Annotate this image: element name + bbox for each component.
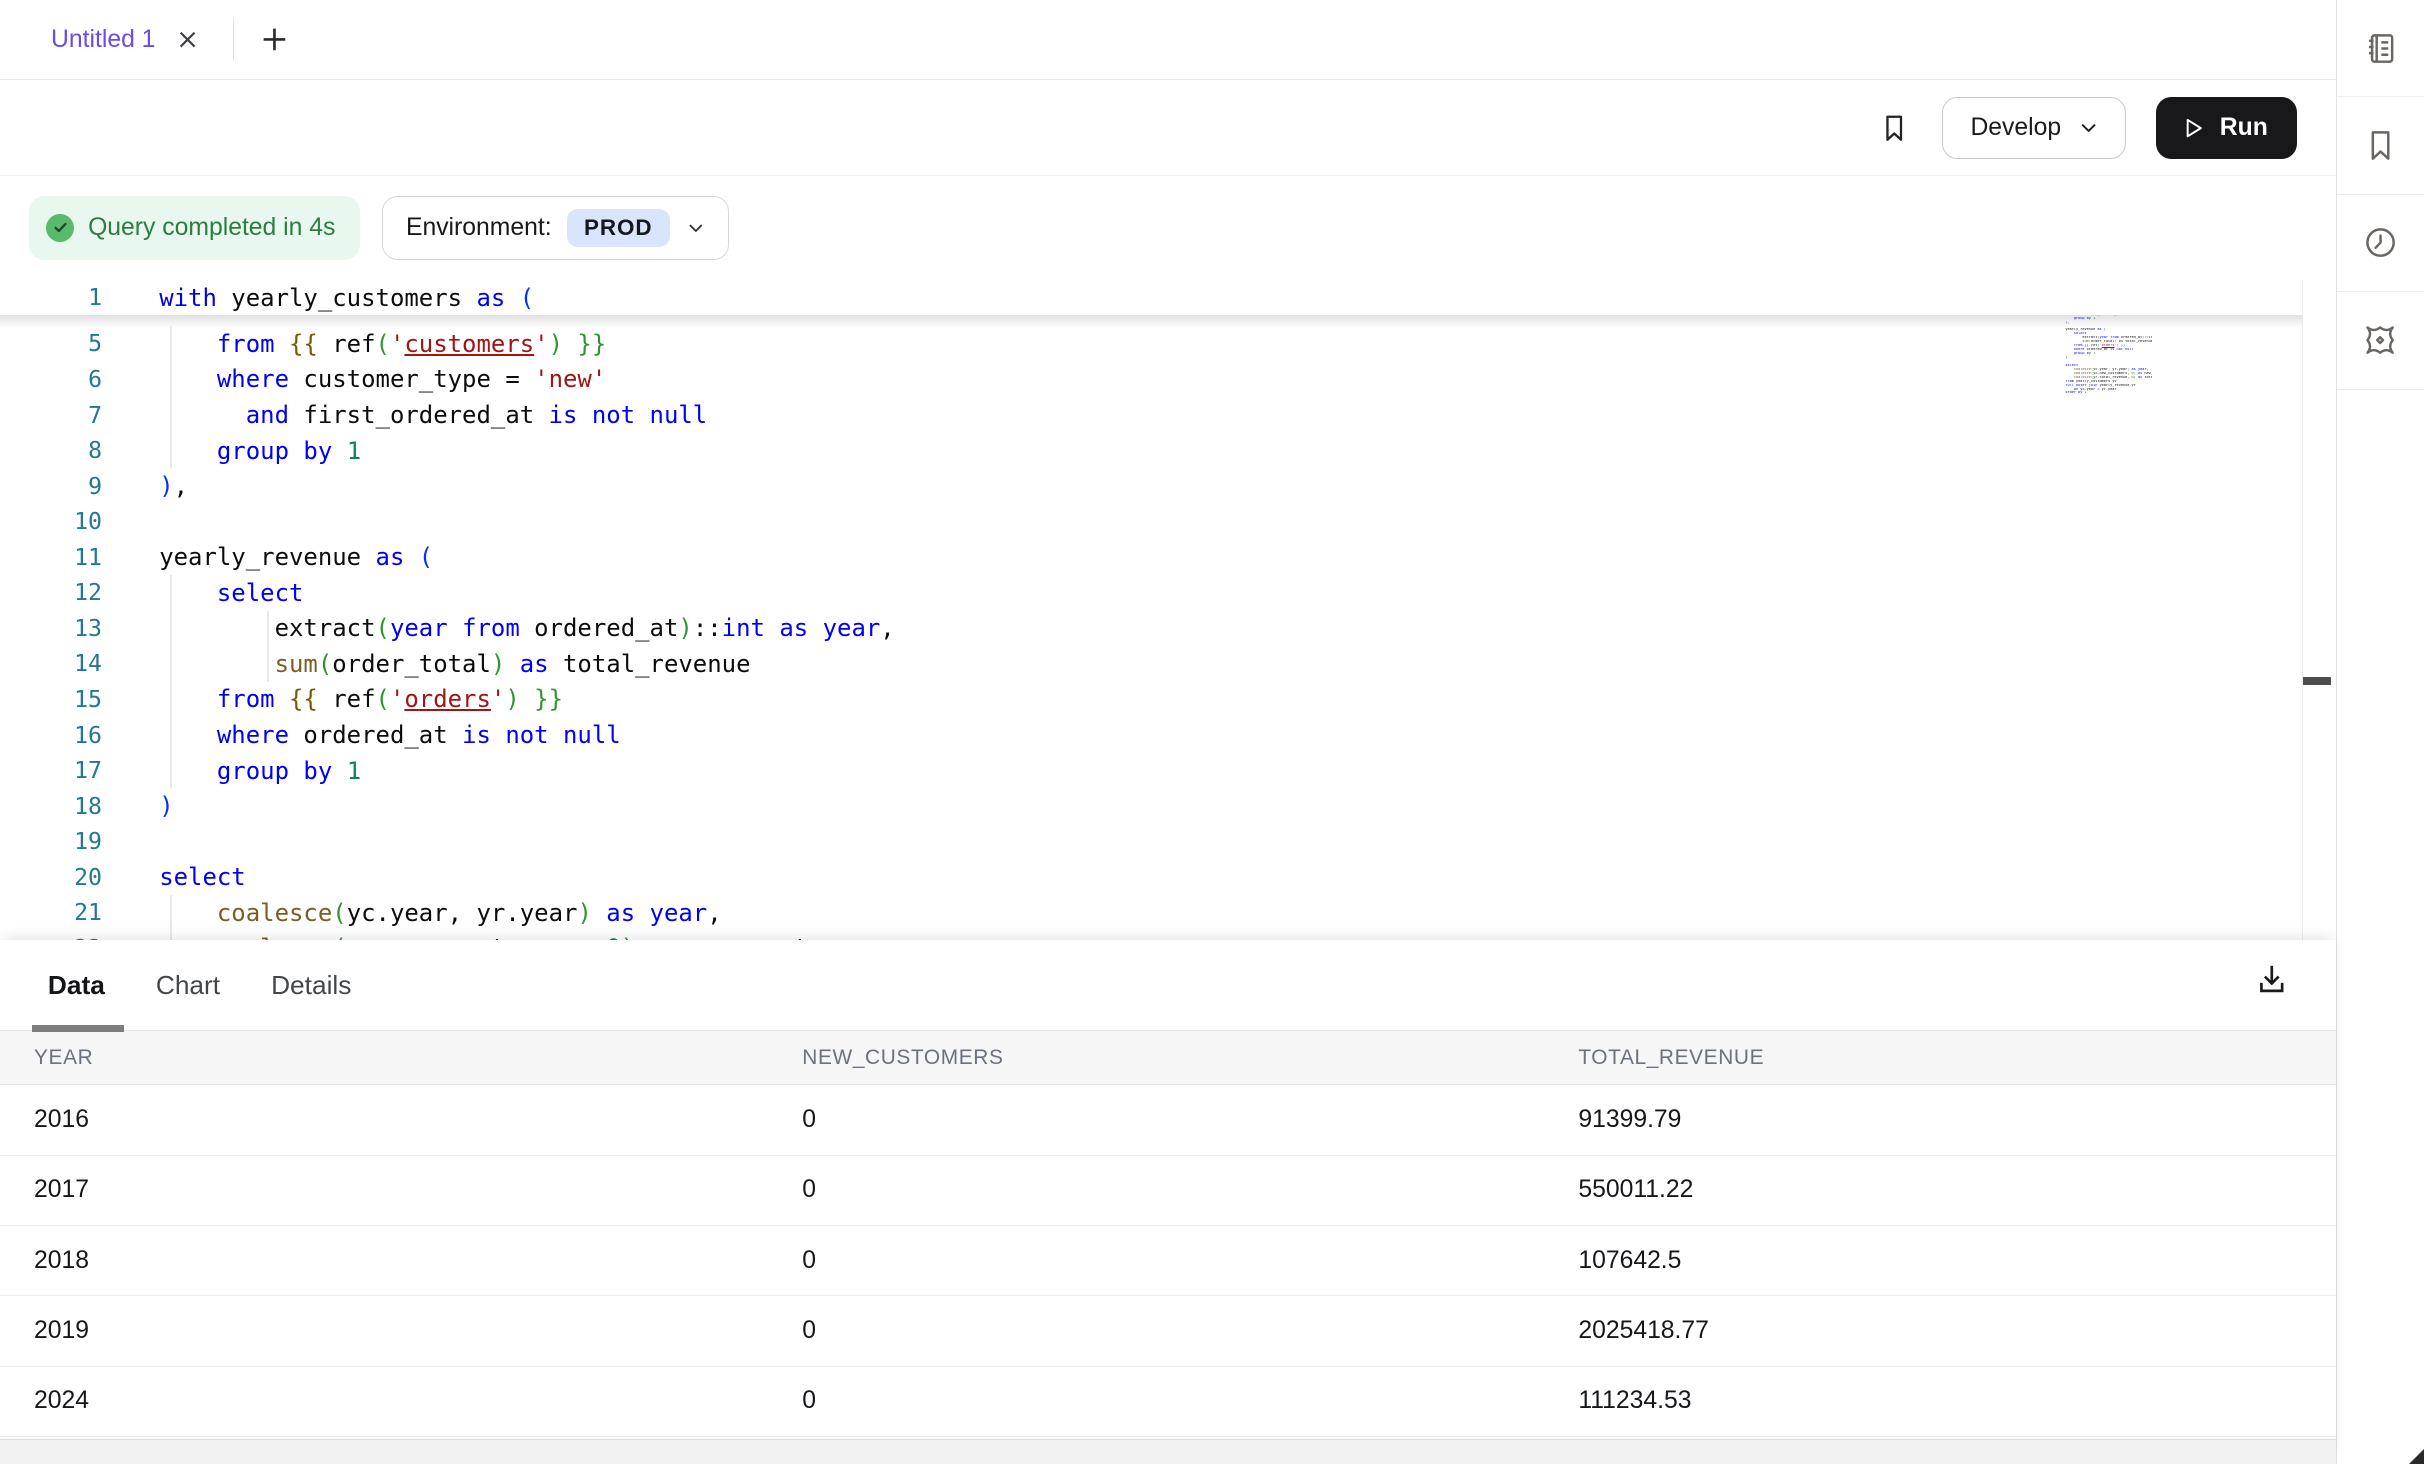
notebook-icon bbox=[2362, 30, 2399, 67]
bookmark-icon[interactable] bbox=[1878, 112, 1910, 144]
code-line-9: 9), bbox=[0, 468, 2336, 504]
code-line-6: 6 where customer_type = 'new' bbox=[0, 362, 2336, 398]
table-cell: 107642.5 bbox=[1578, 1247, 2336, 1275]
tab-divider bbox=[233, 18, 235, 61]
tab-chart[interactable]: Chart bbox=[156, 970, 220, 1001]
environment-selector[interactable]: Environment: PROD bbox=[382, 196, 729, 261]
table-cell: 2025418.77 bbox=[1578, 1317, 2336, 1345]
query-status-pill: Query completed in 4s bbox=[29, 196, 360, 261]
table-cell: 2016 bbox=[34, 1106, 802, 1134]
table-row: 20240111234.53 bbox=[0, 1367, 2336, 1437]
main-column: Untitled 1 Develop Run bbox=[0, 0, 2336, 1464]
run-label: Run bbox=[2220, 114, 2268, 142]
tab-title: Untitled 1 bbox=[51, 26, 155, 54]
table-cell: 0 bbox=[802, 1387, 1578, 1415]
table-row: 20170550011.22 bbox=[0, 1156, 2336, 1226]
scrollbar-track bbox=[2302, 280, 2304, 940]
line-number: 1 bbox=[0, 284, 102, 311]
history-icon bbox=[2362, 224, 2399, 261]
sidebar-item-notebook[interactable] bbox=[2337, 0, 2424, 97]
sticky-shadow bbox=[0, 315, 2302, 327]
run-button[interactable]: Run bbox=[2156, 97, 2297, 159]
chevron-down-icon bbox=[2077, 116, 2100, 139]
column-header: NEW_CUSTOMERS bbox=[802, 1046, 1578, 1070]
code-line-16: 16 where ordered_at is not null bbox=[0, 717, 2336, 753]
tab-details[interactable]: Details bbox=[271, 970, 351, 1001]
table-cell: 550011.22 bbox=[1578, 1176, 2336, 1204]
sticky-scroll-line[interactable]: 1with yearly_customers as ( bbox=[0, 280, 2302, 316]
tab-untitled-1[interactable]: Untitled 1 bbox=[0, 0, 233, 79]
environment-value-badge: PROD bbox=[567, 209, 669, 247]
code-line-17: 17 group by 1 bbox=[0, 753, 2336, 789]
sidebar-item-history[interactable] bbox=[2337, 195, 2424, 292]
tab-bar: Untitled 1 bbox=[0, 0, 2336, 80]
horizontal-scrollbar-strip[interactable] bbox=[0, 1439, 2336, 1464]
table-cell: 2019 bbox=[34, 1317, 802, 1345]
table-body: 2016091399.7920170550011.2220180107642.5… bbox=[0, 1085, 2336, 1437]
toolbar: Develop Run bbox=[0, 80, 2336, 176]
code-line-19: 19 bbox=[0, 824, 2336, 860]
code-line-7: 7 and first_ordered_at is not null bbox=[0, 397, 2336, 433]
table-cell: 2017 bbox=[34, 1176, 802, 1204]
environment-label: Environment: bbox=[406, 214, 552, 242]
code-line-10: 10 bbox=[0, 504, 2336, 540]
results-panel: Data Chart Details YEARNEW_CUSTOMERSTOTA… bbox=[0, 940, 2336, 1464]
tab-data[interactable]: Data bbox=[48, 970, 105, 1001]
table-header-row: YEARNEW_CUSTOMERSTOTAL_REVENUE bbox=[0, 1031, 2336, 1085]
scrollbar-thumb[interactable] bbox=[2303, 677, 2331, 685]
close-icon[interactable] bbox=[176, 28, 199, 51]
develop-dropdown-button[interactable]: Develop bbox=[1942, 97, 2126, 159]
sidebar-item-dbt[interactable] bbox=[2337, 292, 2424, 389]
table-cell: 2024 bbox=[34, 1387, 802, 1415]
check-circle-icon bbox=[46, 214, 74, 242]
code-line-22: 22 coalesce(yc.new_customers, 0) as new_… bbox=[0, 931, 2336, 940]
table-cell: 91399.79 bbox=[1578, 1106, 2336, 1134]
new-tab-button[interactable] bbox=[259, 24, 290, 55]
play-icon bbox=[2180, 115, 2206, 141]
query-status-text: Query completed in 4s bbox=[88, 214, 335, 242]
table-cell: 0 bbox=[802, 1176, 1578, 1204]
download-icon[interactable] bbox=[2254, 962, 2290, 998]
table-cell: 0 bbox=[802, 1317, 1578, 1345]
active-tab-underline bbox=[32, 1025, 123, 1031]
dbt-logo-icon bbox=[2360, 320, 2400, 360]
resize-handle[interactable] bbox=[2409, 1449, 2424, 1464]
code-line-20: 20select bbox=[0, 860, 2336, 896]
code-line-21: 21 coalesce(yc.year, yr.year) as year, bbox=[0, 895, 2336, 931]
sql-code-editor[interactable]: 5 from {{ ref('customers') }}6 where cus… bbox=[0, 280, 2336, 940]
table-cell: 111234.53 bbox=[1578, 1387, 2336, 1415]
column-header: YEAR bbox=[34, 1046, 802, 1070]
code-line-18: 18) bbox=[0, 788, 2336, 824]
code-line-14: 14 sum(order_total) as total_revenue bbox=[0, 646, 2336, 682]
code-line-15: 15 from {{ ref('orders') }} bbox=[0, 682, 2336, 718]
table-row: 201902025418.77 bbox=[0, 1296, 2336, 1366]
table-cell: 2018 bbox=[34, 1247, 802, 1275]
code-line-8: 8 group by 1 bbox=[0, 433, 2336, 469]
status-row: Query completed in 4s Environment: PROD bbox=[0, 176, 2336, 280]
develop-label: Develop bbox=[1970, 114, 2061, 142]
code-line-11: 11yearly_revenue as ( bbox=[0, 540, 2336, 576]
code-line-12: 12 select bbox=[0, 575, 2336, 611]
code-line-5: 5 from {{ ref('customers') }} bbox=[0, 326, 2336, 362]
chevron-down-icon bbox=[685, 217, 707, 239]
sql-ide-window: Untitled 1 Develop Run bbox=[0, 0, 2424, 1464]
sidebar-item-bookmarks[interactable] bbox=[2337, 97, 2424, 194]
code-text: with yearly_customers as ( bbox=[102, 284, 534, 312]
table-cell: 0 bbox=[802, 1247, 1578, 1275]
bookmark-icon bbox=[2362, 127, 2399, 164]
results-tab-bar: Data Chart Details bbox=[0, 940, 2336, 1031]
table-row: 2016091399.79 bbox=[0, 1085, 2336, 1155]
code-line-13: 13 extract(year from ordered_at)::int as… bbox=[0, 611, 2336, 647]
table-cell: 0 bbox=[802, 1106, 1578, 1134]
right-sidebar bbox=[2336, 0, 2424, 1464]
table-row: 20180107642.5 bbox=[0, 1226, 2336, 1296]
column-header: TOTAL_REVENUE bbox=[1578, 1046, 2336, 1070]
